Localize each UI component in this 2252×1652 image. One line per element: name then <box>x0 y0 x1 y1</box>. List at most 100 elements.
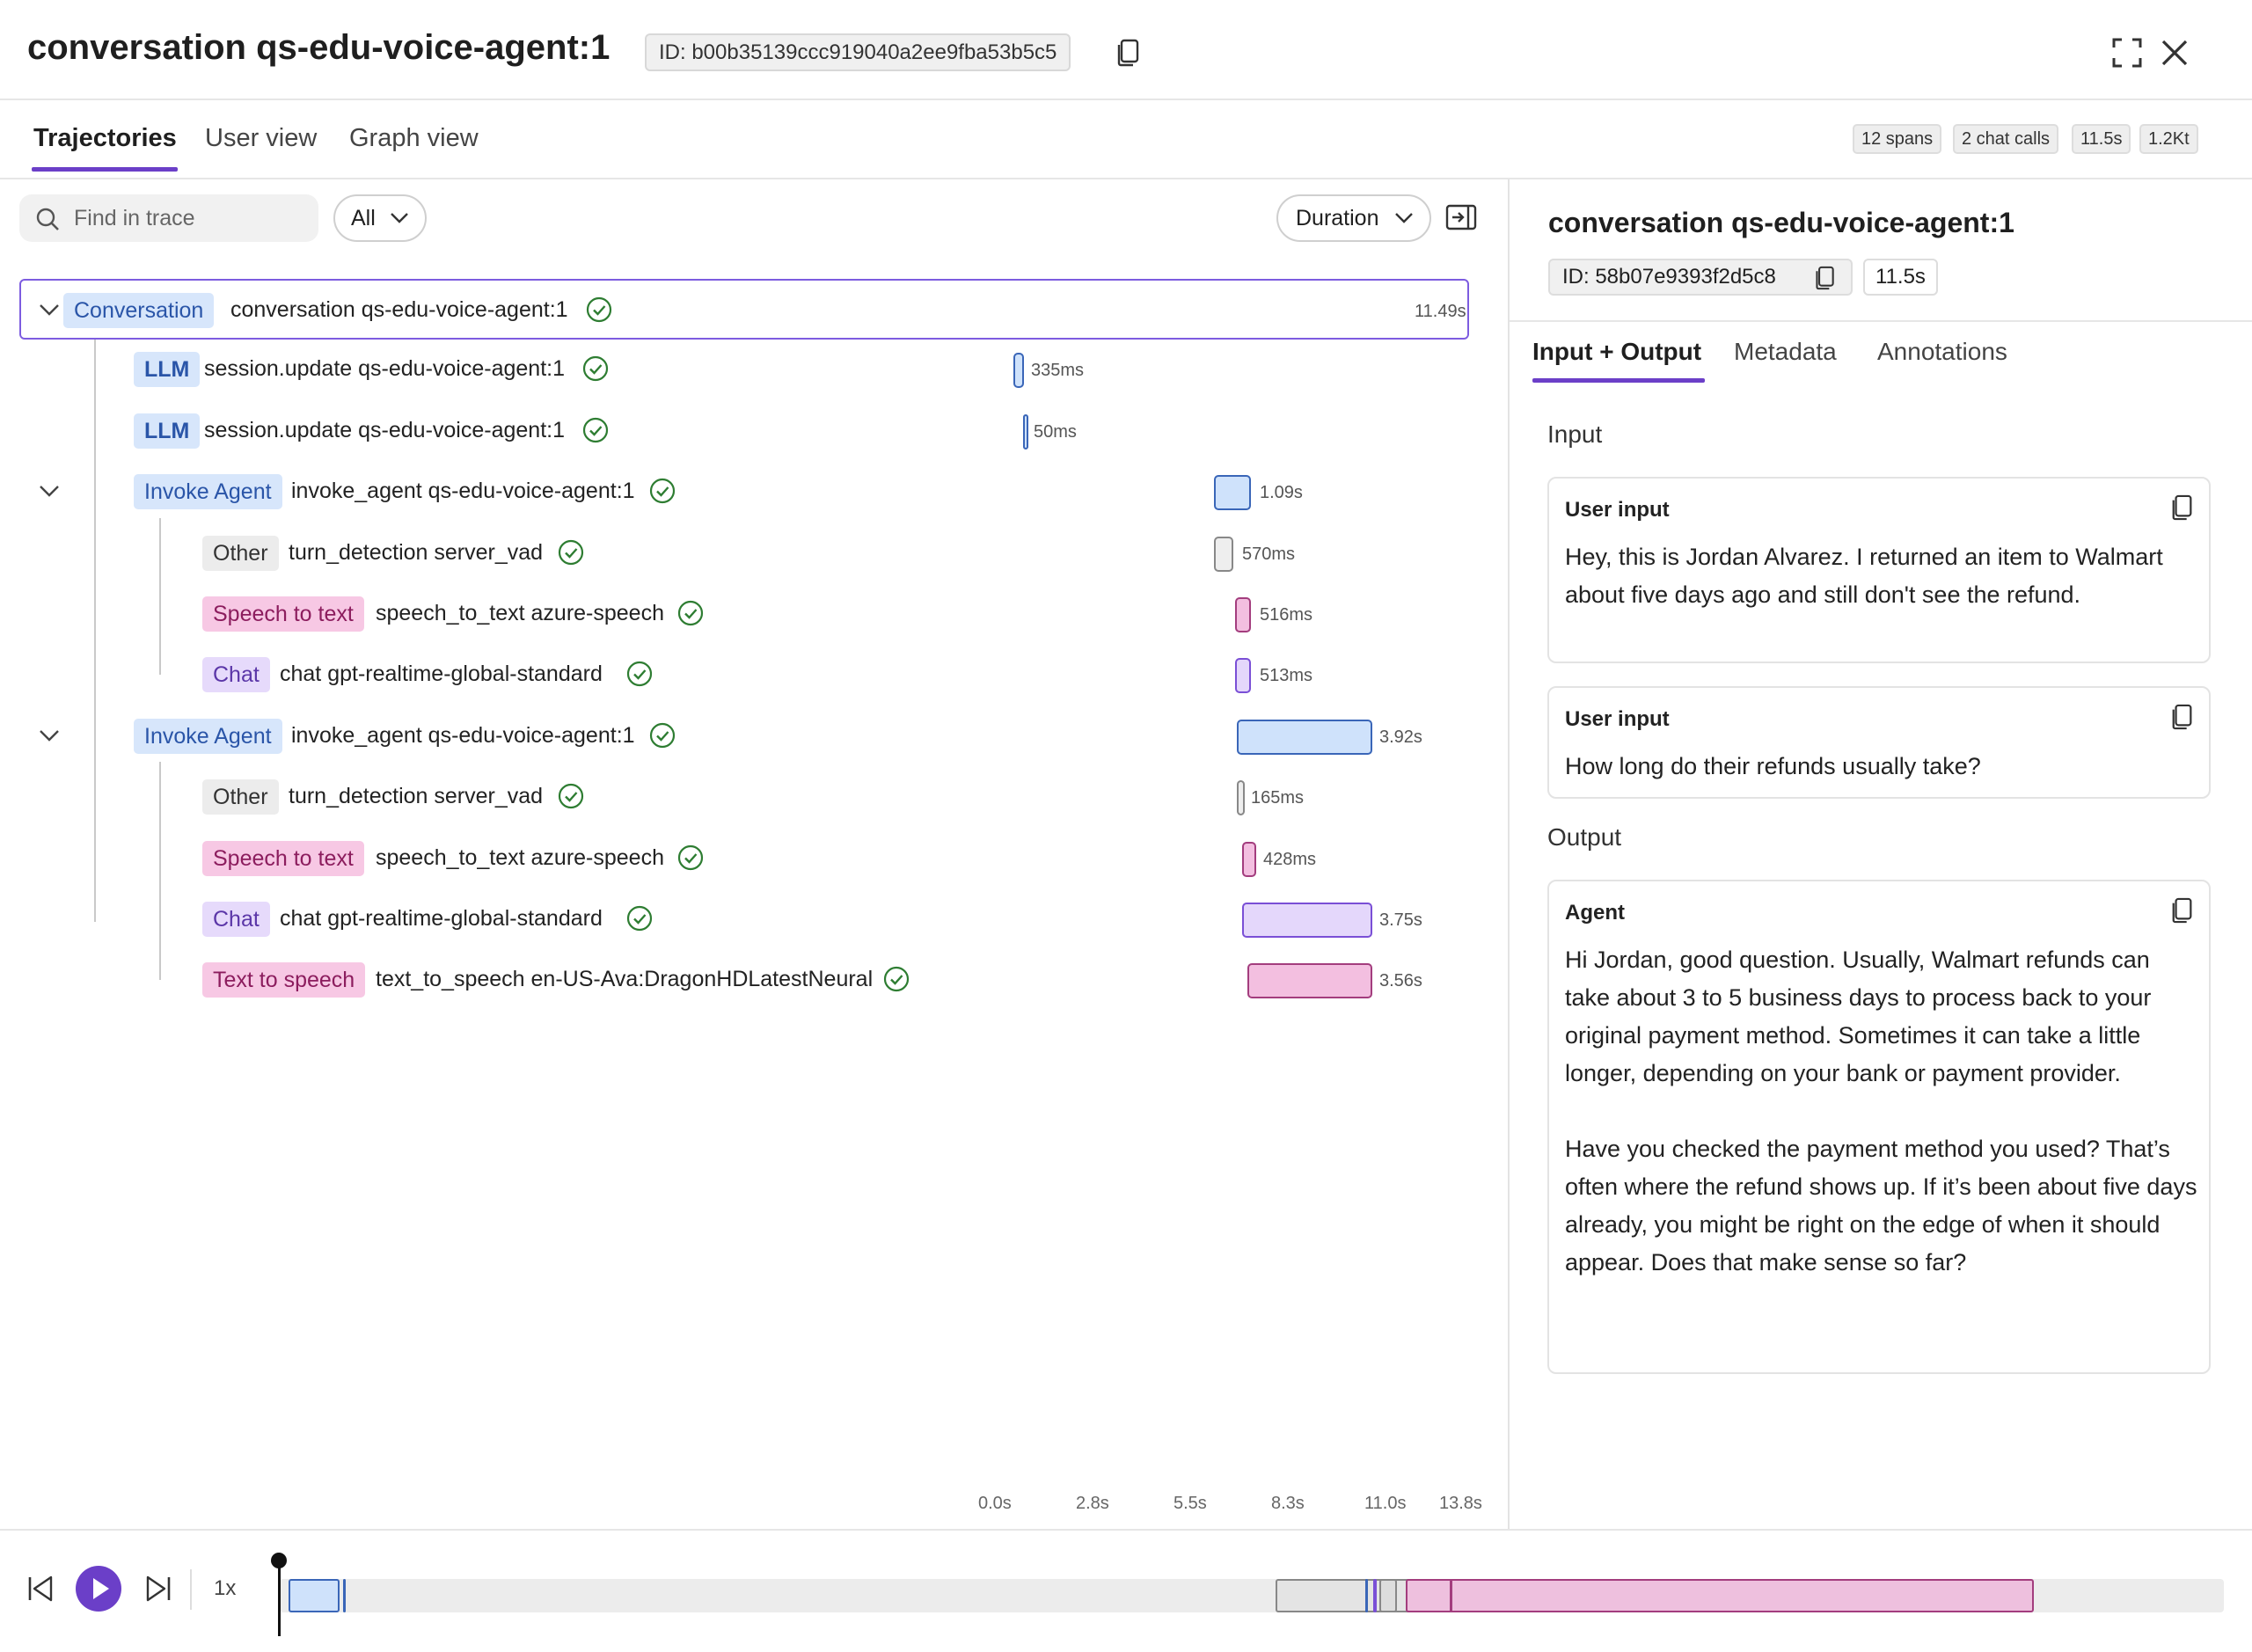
span-duration-bar[interactable] <box>1247 963 1372 999</box>
copy-icon[interactable] <box>2170 493 2195 523</box>
span-name: text_to_speech en-US-Ava:DragonHDLatestN… <box>376 967 874 992</box>
span-row[interactable]: Invoke Agent invoke_agent qs-edu-voice-ag… <box>0 706 1508 767</box>
span-duration-label: 516ms <box>1260 605 1313 625</box>
input-message-card: User input Hey, this is Jordan Alvarez. … <box>1547 477 2211 663</box>
axis-tick: 0.0s <box>978 1494 1012 1513</box>
span-duration-bar[interactable] <box>1235 658 1251 694</box>
skip-back-icon[interactable] <box>26 1575 55 1603</box>
expand-icon[interactable] <box>2111 37 2143 69</box>
tab-graph-view[interactable]: Graph view <box>349 124 479 153</box>
timeline-segment <box>1379 1579 1397 1612</box>
span-duration-bar[interactable] <box>1237 719 1372 755</box>
axis-tick: 13.8s <box>1439 1494 1482 1513</box>
playback-speed[interactable]: 1x <box>214 1576 236 1601</box>
span-row[interactable]: Chat chat gpt-realtime-global-standard 513… <box>0 645 1508 705</box>
span-name: session.update qs-edu-voice-agent:1 <box>204 356 565 382</box>
span-type-badge: Chat <box>202 902 270 937</box>
tab-input-output[interactable]: Input + Output <box>1532 338 1701 366</box>
timeline-segment <box>289 1579 340 1612</box>
page-title: conversation qs-edu-voice-agent:1 <box>27 28 611 67</box>
span-duration-label: 513ms <box>1260 666 1313 686</box>
check-circle-icon <box>582 356 609 382</box>
span-row[interactable]: LLM session.update qs-edu-voice-agent:1 50… <box>0 401 1508 462</box>
message-role: Agent <box>1565 901 1625 925</box>
timeline-segment <box>343 1579 346 1612</box>
tab-user-view[interactable]: User view <box>205 124 317 153</box>
span-duration-bar[interactable] <box>1023 413 1028 450</box>
span-name: invoke_agent qs-edu-voice-agent:1 <box>291 479 635 504</box>
skip-forward-icon[interactable] <box>144 1575 172 1603</box>
span-name: speech_to_text azure-speech <box>376 844 664 870</box>
chevron-down-icon[interactable] <box>39 302 60 318</box>
span-row[interactable]: Speech to text speech_to_text azure-speec… <box>0 584 1508 645</box>
span-duration-label: 50ms <box>1034 421 1077 442</box>
token-count-badge: 1.2Kt <box>2139 124 2198 154</box>
playhead[interactable] <box>278 1559 281 1636</box>
span-id-text: ID: 58b07e9393f2d5c8 <box>1562 265 1776 289</box>
header-bar: conversation qs-edu-voice-agent:1 ID: b0… <box>0 0 2252 100</box>
playhead-handle[interactable] <box>271 1553 287 1568</box>
span-type-badge: Speech to text <box>202 596 364 632</box>
tab-annotations[interactable]: Annotations <box>1877 338 2007 366</box>
search-input[interactable]: Find in trace <box>19 194 318 242</box>
span-row[interactable]: Text to speech text_to_speech en-US-Ava:D… <box>0 950 1508 1011</box>
play-button[interactable] <box>76 1566 121 1612</box>
timeline-scrubber[interactable] <box>280 1579 2224 1612</box>
message-role: User input <box>1565 707 1670 731</box>
axis-tick: 11.0s <box>1364 1494 1407 1513</box>
span-row[interactable]: Conversation conversation qs-edu-voice-ag… <box>19 279 1469 340</box>
span-row[interactable]: Other turn_detection server_vad 570ms <box>0 523 1508 584</box>
span-duration-label: 570ms <box>1242 544 1296 564</box>
copy-icon[interactable] <box>2170 702 2195 732</box>
span-duration-bar[interactable] <box>1237 780 1245 816</box>
tab-trajectories[interactable]: Trajectories <box>33 124 177 153</box>
check-circle-icon <box>558 539 584 565</box>
span-duration-bar[interactable] <box>1013 353 1024 389</box>
copy-icon[interactable] <box>1115 38 1142 68</box>
copy-icon[interactable] <box>2170 895 2195 925</box>
timeline-segment <box>1373 1579 1377 1612</box>
span-type-badge: Text to speech <box>202 962 366 998</box>
span-duration-bar[interactable] <box>1242 903 1372 938</box>
sort-value: Duration <box>1296 206 1379 230</box>
sort-dropdown[interactable]: Duration <box>1276 194 1431 242</box>
axis-tick: 8.3s <box>1271 1494 1305 1513</box>
span-row[interactable]: Invoke Agent invoke_agent qs-edu-voice-ag… <box>0 462 1508 523</box>
check-circle-icon <box>558 784 584 809</box>
tab-metadata[interactable]: Metadata <box>1734 338 1837 366</box>
span-type-badge: Conversation <box>63 293 215 328</box>
span-duration-bar[interactable] <box>1214 536 1233 572</box>
toggle-panel-icon[interactable] <box>1445 204 1477 230</box>
message-role: User input <box>1565 498 1670 522</box>
close-icon[interactable] <box>2159 37 2190 69</box>
span-row[interactable]: LLM session.update qs-edu-voice-agent:1 33… <box>0 340 1508 400</box>
spans-count-badge: 12 spans <box>1853 124 1942 154</box>
message-text: Hey, this is Jordan Alvarez. I returned … <box>1565 544 2170 608</box>
chevron-down-icon[interactable] <box>39 483 60 499</box>
span-duration-bar[interactable] <box>1242 841 1256 877</box>
copy-icon[interactable] <box>1814 264 1837 292</box>
span-duration-bar[interactable] <box>1235 597 1251 632</box>
span-duration-label: 3.56s <box>1379 971 1422 991</box>
span-type-badge: Other <box>202 779 279 815</box>
span-detail-pane: conversation qs-edu-voice-agent:1 ID: 58… <box>1510 179 2252 1529</box>
chevron-down-icon <box>1395 213 1413 223</box>
span-duration-bar[interactable] <box>1214 475 1251 511</box>
check-circle-icon <box>649 479 676 504</box>
span-duration-label: 165ms <box>1251 788 1305 808</box>
axis-tick: 2.8s <box>1076 1494 1109 1513</box>
span-row[interactable]: Other turn_detection server_vad 165ms <box>0 767 1508 828</box>
span-type-badge: LLM <box>134 352 201 388</box>
span-type-badge: Speech to text <box>202 840 364 876</box>
filter-dropdown[interactable]: All <box>333 194 427 242</box>
chevron-down-icon[interactable] <box>39 727 60 743</box>
check-circle-icon <box>649 722 676 748</box>
span-row[interactable]: Chat chat gpt-realtime-global-standard 3.7… <box>0 889 1508 950</box>
search-placeholder: Find in trace <box>74 206 195 230</box>
timeline-segment <box>1450 1579 1452 1612</box>
span-row[interactable]: Speech to text speech_to_text azure-speec… <box>0 829 1508 889</box>
chevron-down-icon <box>391 213 408 223</box>
span-duration-chip: 11.5s <box>1863 259 1938 296</box>
span-name: speech_to_text azure-speech <box>376 601 664 625</box>
span-name: conversation qs-edu-voice-agent:1 <box>230 297 568 322</box>
